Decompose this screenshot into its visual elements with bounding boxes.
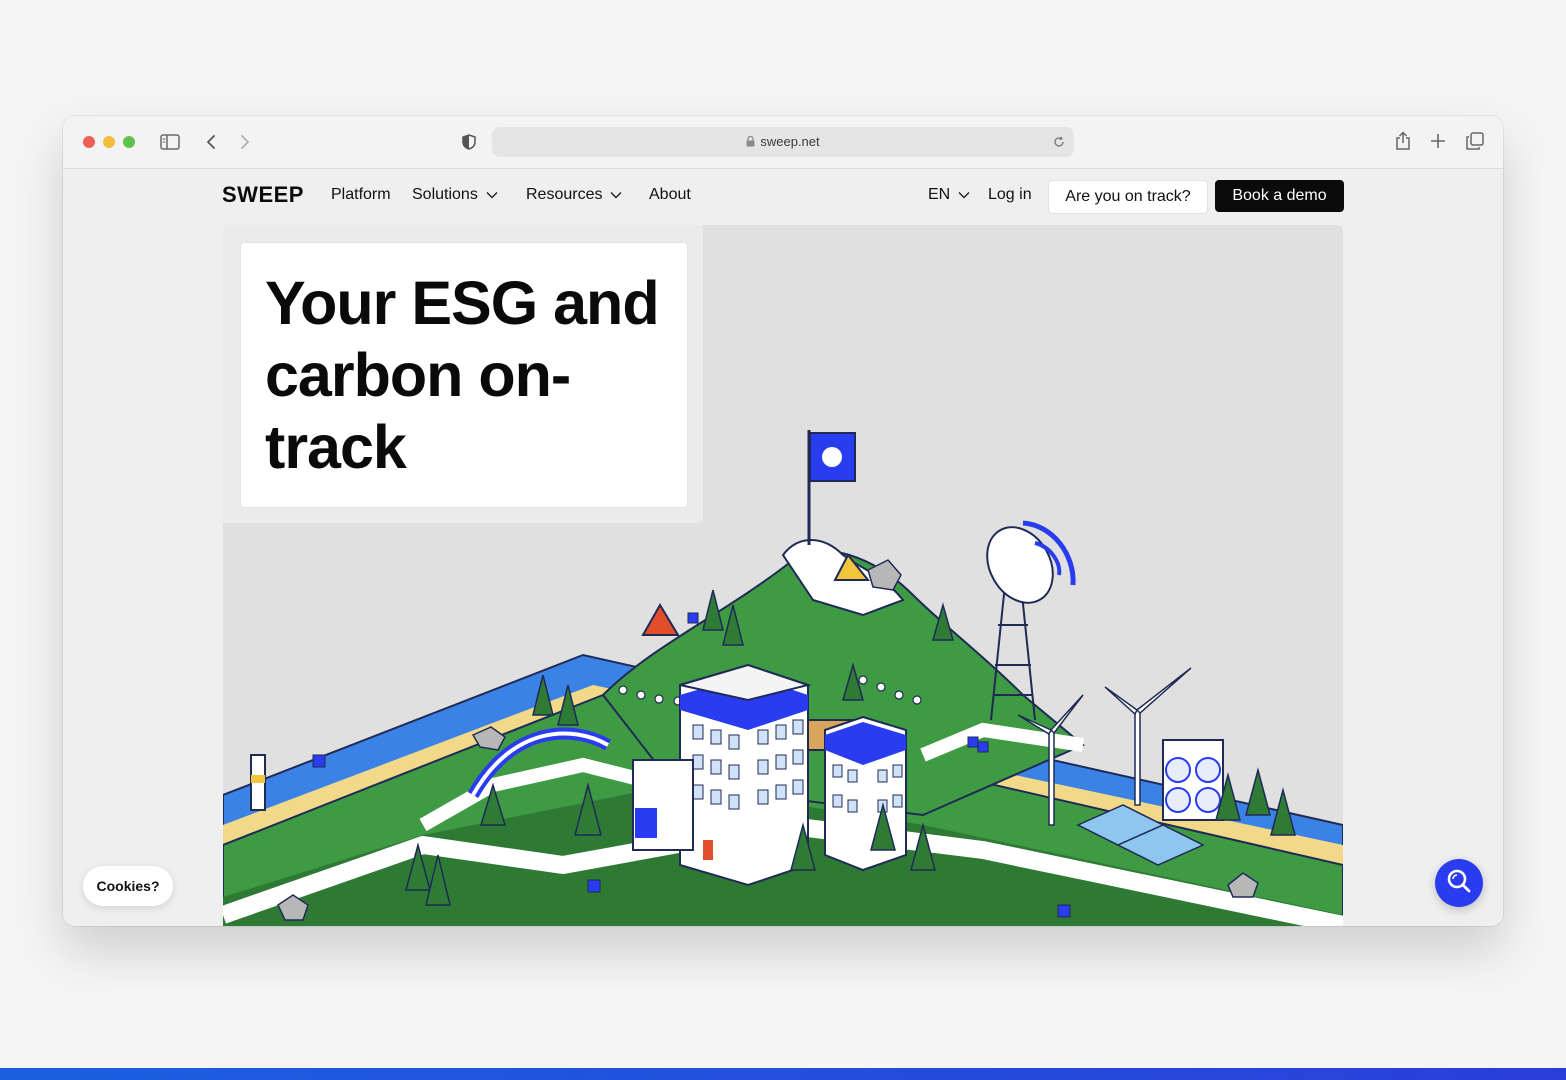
hero-title: Your ESG and carbon on-track [265, 269, 660, 481]
lock-icon [746, 135, 755, 150]
nav-item-solutions[interactable]: Solutions [412, 186, 498, 204]
track-button[interactable]: Are you on track? [1048, 180, 1208, 214]
chevron-down-icon [958, 186, 970, 204]
back-icon[interactable] [201, 132, 221, 152]
nav-item-resources[interactable]: Resources [526, 186, 622, 204]
minimize-window-button[interactable] [103, 136, 115, 148]
reload-icon[interactable] [1052, 135, 1066, 149]
bottom-accent-bar [0, 1068, 1566, 1080]
nav-label: About [649, 186, 691, 203]
zoom-window-button[interactable] [123, 136, 135, 148]
chevron-down-icon [486, 186, 498, 204]
nav-item-platform[interactable]: Platform [331, 186, 391, 204]
nav-label: Platform [331, 186, 391, 203]
close-window-button[interactable] [83, 136, 95, 148]
hero-section: Your ESG and carbon on-track [223, 225, 1343, 926]
browser-window: sweep.net SWEEP Platform Solutions Resou… [63, 116, 1503, 926]
url-text: sweep.net [760, 134, 820, 149]
new-tab-icon[interactable] [1428, 131, 1448, 151]
nav-label: Solutions [412, 186, 478, 203]
search-button[interactable] [1435, 859, 1483, 907]
language-selector[interactable]: EN [928, 186, 970, 204]
hero-card: Your ESG and carbon on-track [240, 242, 688, 508]
web-page: SWEEP Platform Solutions Resources About… [63, 169, 1503, 926]
login-link[interactable]: Log in [988, 186, 1032, 204]
forward-icon[interactable] [235, 132, 255, 152]
search-icon [1446, 868, 1472, 899]
tabs-icon[interactable] [1464, 131, 1486, 151]
hero-card-container: Your ESG and carbon on-track [223, 225, 703, 523]
address-bar[interactable]: sweep.net [492, 127, 1074, 157]
language-label: EN [928, 186, 951, 203]
sidebar-icon[interactable] [159, 132, 181, 152]
url-field[interactable]: sweep.net [492, 134, 1074, 150]
book-demo-button[interactable]: Book a demo [1215, 180, 1344, 212]
shield-icon[interactable] [459, 132, 479, 152]
site-logo[interactable]: SWEEP [222, 182, 304, 208]
cookies-button[interactable]: Cookies? [83, 866, 173, 906]
nav-label: Resources [526, 186, 603, 203]
nav-item-about[interactable]: About [649, 186, 691, 204]
login-label: Log in [988, 186, 1032, 203]
chevron-down-icon [610, 186, 622, 204]
browser-toolbar: sweep.net [63, 116, 1503, 169]
share-icon[interactable] [1393, 130, 1413, 152]
